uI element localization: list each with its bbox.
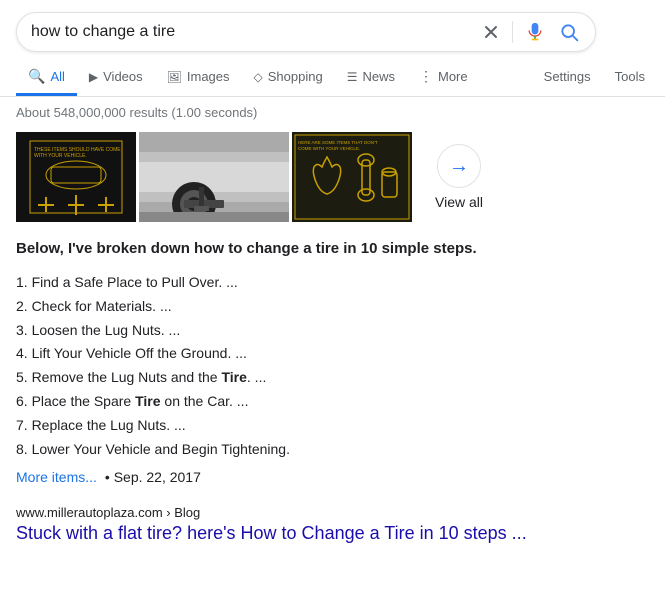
tab-shopping-label: Shopping (268, 69, 323, 84)
shopping-icon: ◇ (254, 70, 263, 84)
tab-news-label: News (362, 69, 395, 84)
tab-images[interactable]: 🖼 Images (155, 61, 242, 95)
organic-result-1: www.millerautoplaza.com › Blog Stuck wit… (0, 493, 665, 545)
result-url: www.millerautoplaza.com › Blog (16, 505, 649, 520)
tab-all-label: All (50, 69, 64, 84)
more-items-link[interactable]: More items... (16, 469, 97, 485)
images-section: THESE ITEMS SHOULD HAVE COME WITH YOUR V… (0, 128, 665, 230)
vertical-divider (512, 21, 513, 43)
step-4: 4. Lift Your Vehicle Off the Ground. ... (16, 342, 649, 366)
tab-all[interactable]: 🔍 All (16, 60, 77, 96)
results-count: About 548,000,000 results (1.00 seconds) (0, 97, 665, 128)
featured-intro: Below, I've broken down how to change a … (16, 238, 649, 259)
search-button[interactable] (557, 22, 581, 42)
tab-videos-label: Videos (103, 69, 143, 84)
tab-tools[interactable]: Tools (603, 61, 657, 95)
svg-text:COME WITH YOUR VEHICLE.: COME WITH YOUR VEHICLE. (298, 146, 360, 151)
more-items: More items... • Sep. 22, 2017 (16, 469, 649, 485)
microphone-icon (525, 22, 545, 42)
nav-tabs: 🔍 All ▶ Videos 🖼 Images ◇ Shopping ☰ New… (0, 52, 665, 97)
tab-news[interactable]: ☰ News (335, 61, 407, 95)
result-title-link[interactable]: Stuck with a flat tire? here's How to Ch… (16, 523, 527, 543)
result-date: • Sep. 22, 2017 (105, 469, 201, 485)
tire-tools-diagram-icon: HERE ARE SOME ITEMS THAT DON'T COME WITH… (292, 132, 412, 222)
step-5: 5. Remove the Lug Nuts and the Tire. ... (16, 366, 649, 390)
tab-settings[interactable]: Settings (532, 61, 603, 95)
videos-icon: ▶ (89, 70, 98, 84)
all-search-icon: 🔍 (28, 68, 45, 85)
arrow-right-icon: → (449, 155, 469, 178)
voice-search-button[interactable] (523, 22, 547, 42)
view-all-label: View all (435, 194, 483, 210)
results-count-text: About 548,000,000 results (1.00 seconds) (16, 105, 257, 120)
thumbnail-1[interactable]: THESE ITEMS SHOULD HAVE COME WITH YOUR V… (16, 132, 136, 222)
thumbnail-2[interactable] (139, 132, 289, 222)
step-3: 3. Loosen the Lug Nuts. ... (16, 319, 649, 343)
news-icon: ☰ (347, 70, 358, 84)
images-icon: 🖼 (167, 70, 182, 84)
svg-text:HERE ARE SOME ITEMS THAT DON'T: HERE ARE SOME ITEMS THAT DON'T (298, 140, 378, 145)
nav-right: Settings Tools (532, 61, 665, 95)
search-bar: how to change a tire (16, 12, 596, 52)
tire-diagram-icon: THESE ITEMS SHOULD HAVE COME WITH YOUR V… (26, 137, 126, 217)
tab-images-label: Images (187, 69, 230, 84)
featured-snippet: Below, I've broken down how to change a … (0, 230, 665, 493)
view-all-circle: → (437, 144, 481, 188)
step-2: 2. Check for Materials. ... (16, 295, 649, 319)
search-input[interactable]: how to change a tire (31, 23, 480, 41)
tab-videos[interactable]: ▶ Videos (77, 61, 155, 95)
search-bar-wrapper: how to change a tire (0, 0, 665, 52)
close-icon (482, 23, 500, 41)
thumbnail-3[interactable]: HERE ARE SOME ITEMS THAT DON'T COME WITH… (292, 132, 412, 222)
view-all-button[interactable]: → View all (435, 144, 483, 210)
tab-tools-label: Tools (615, 69, 645, 84)
tab-shopping[interactable]: ◇ Shopping (242, 61, 335, 95)
tab-settings-label: Settings (544, 69, 591, 84)
tire-photo-icon (139, 132, 289, 222)
clear-button[interactable] (480, 23, 502, 41)
tab-more-label: More (438, 69, 468, 84)
step-6: 6. Place the Spare Tire on the Car. ... (16, 390, 649, 414)
search-icon (559, 22, 579, 42)
svg-text:WITH YOUR VEHICLE.: WITH YOUR VEHICLE. (34, 153, 87, 159)
image-thumbnails: THESE ITEMS SHOULD HAVE COME WITH YOUR V… (16, 132, 412, 222)
step-8: 8. Lower Your Vehicle and Begin Tighteni… (16, 438, 649, 462)
step-7: 7. Replace the Lug Nuts. ... (16, 414, 649, 438)
step-1: 1. Find a Safe Place to Pull Over. ... (16, 271, 649, 295)
tab-more[interactable]: ⋮ More (407, 60, 480, 96)
steps-list: 1. Find a Safe Place to Pull Over. ... 2… (16, 271, 649, 461)
more-icon: ⋮ (419, 68, 433, 85)
search-icons (480, 21, 581, 43)
